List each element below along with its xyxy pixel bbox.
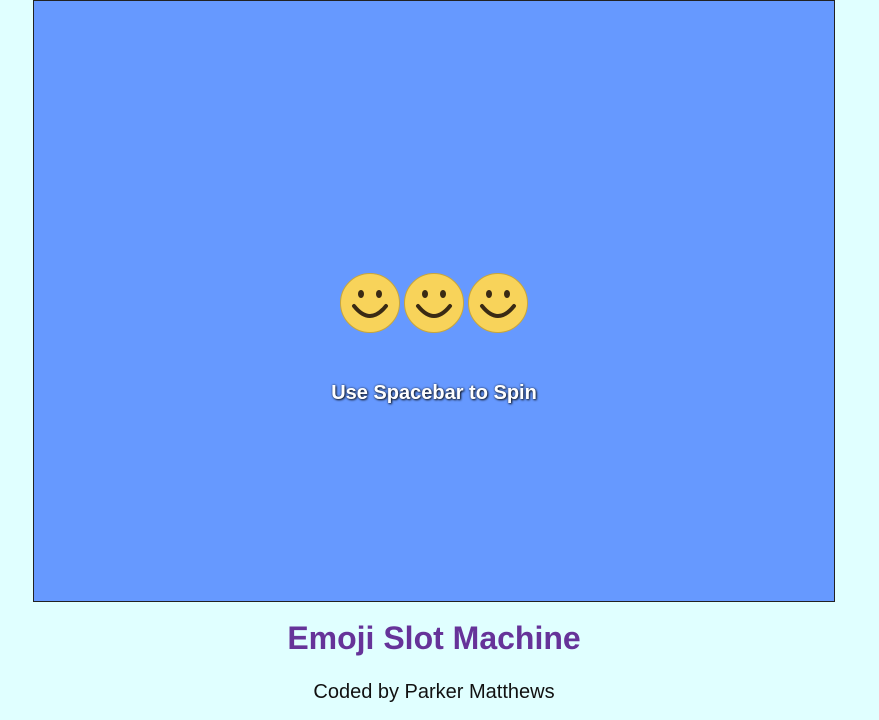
page-title: Emoji Slot Machine <box>287 620 581 656</box>
author-credit: Coded by Parker Matthews <box>313 681 555 703</box>
spin-instruction: Use Spacebar to Spin <box>331 382 537 404</box>
smiley-face-icon <box>468 273 528 333</box>
smiley-face-icon <box>404 273 464 333</box>
smiley-face-icon <box>340 273 400 333</box>
slot-reels <box>339 272 531 334</box>
reel-3 <box>467 272 528 333</box>
game-canvas[interactable]: Use Spacebar to Spin <box>33 0 835 602</box>
reel-2 <box>403 272 464 333</box>
reel-1 <box>339 272 400 333</box>
